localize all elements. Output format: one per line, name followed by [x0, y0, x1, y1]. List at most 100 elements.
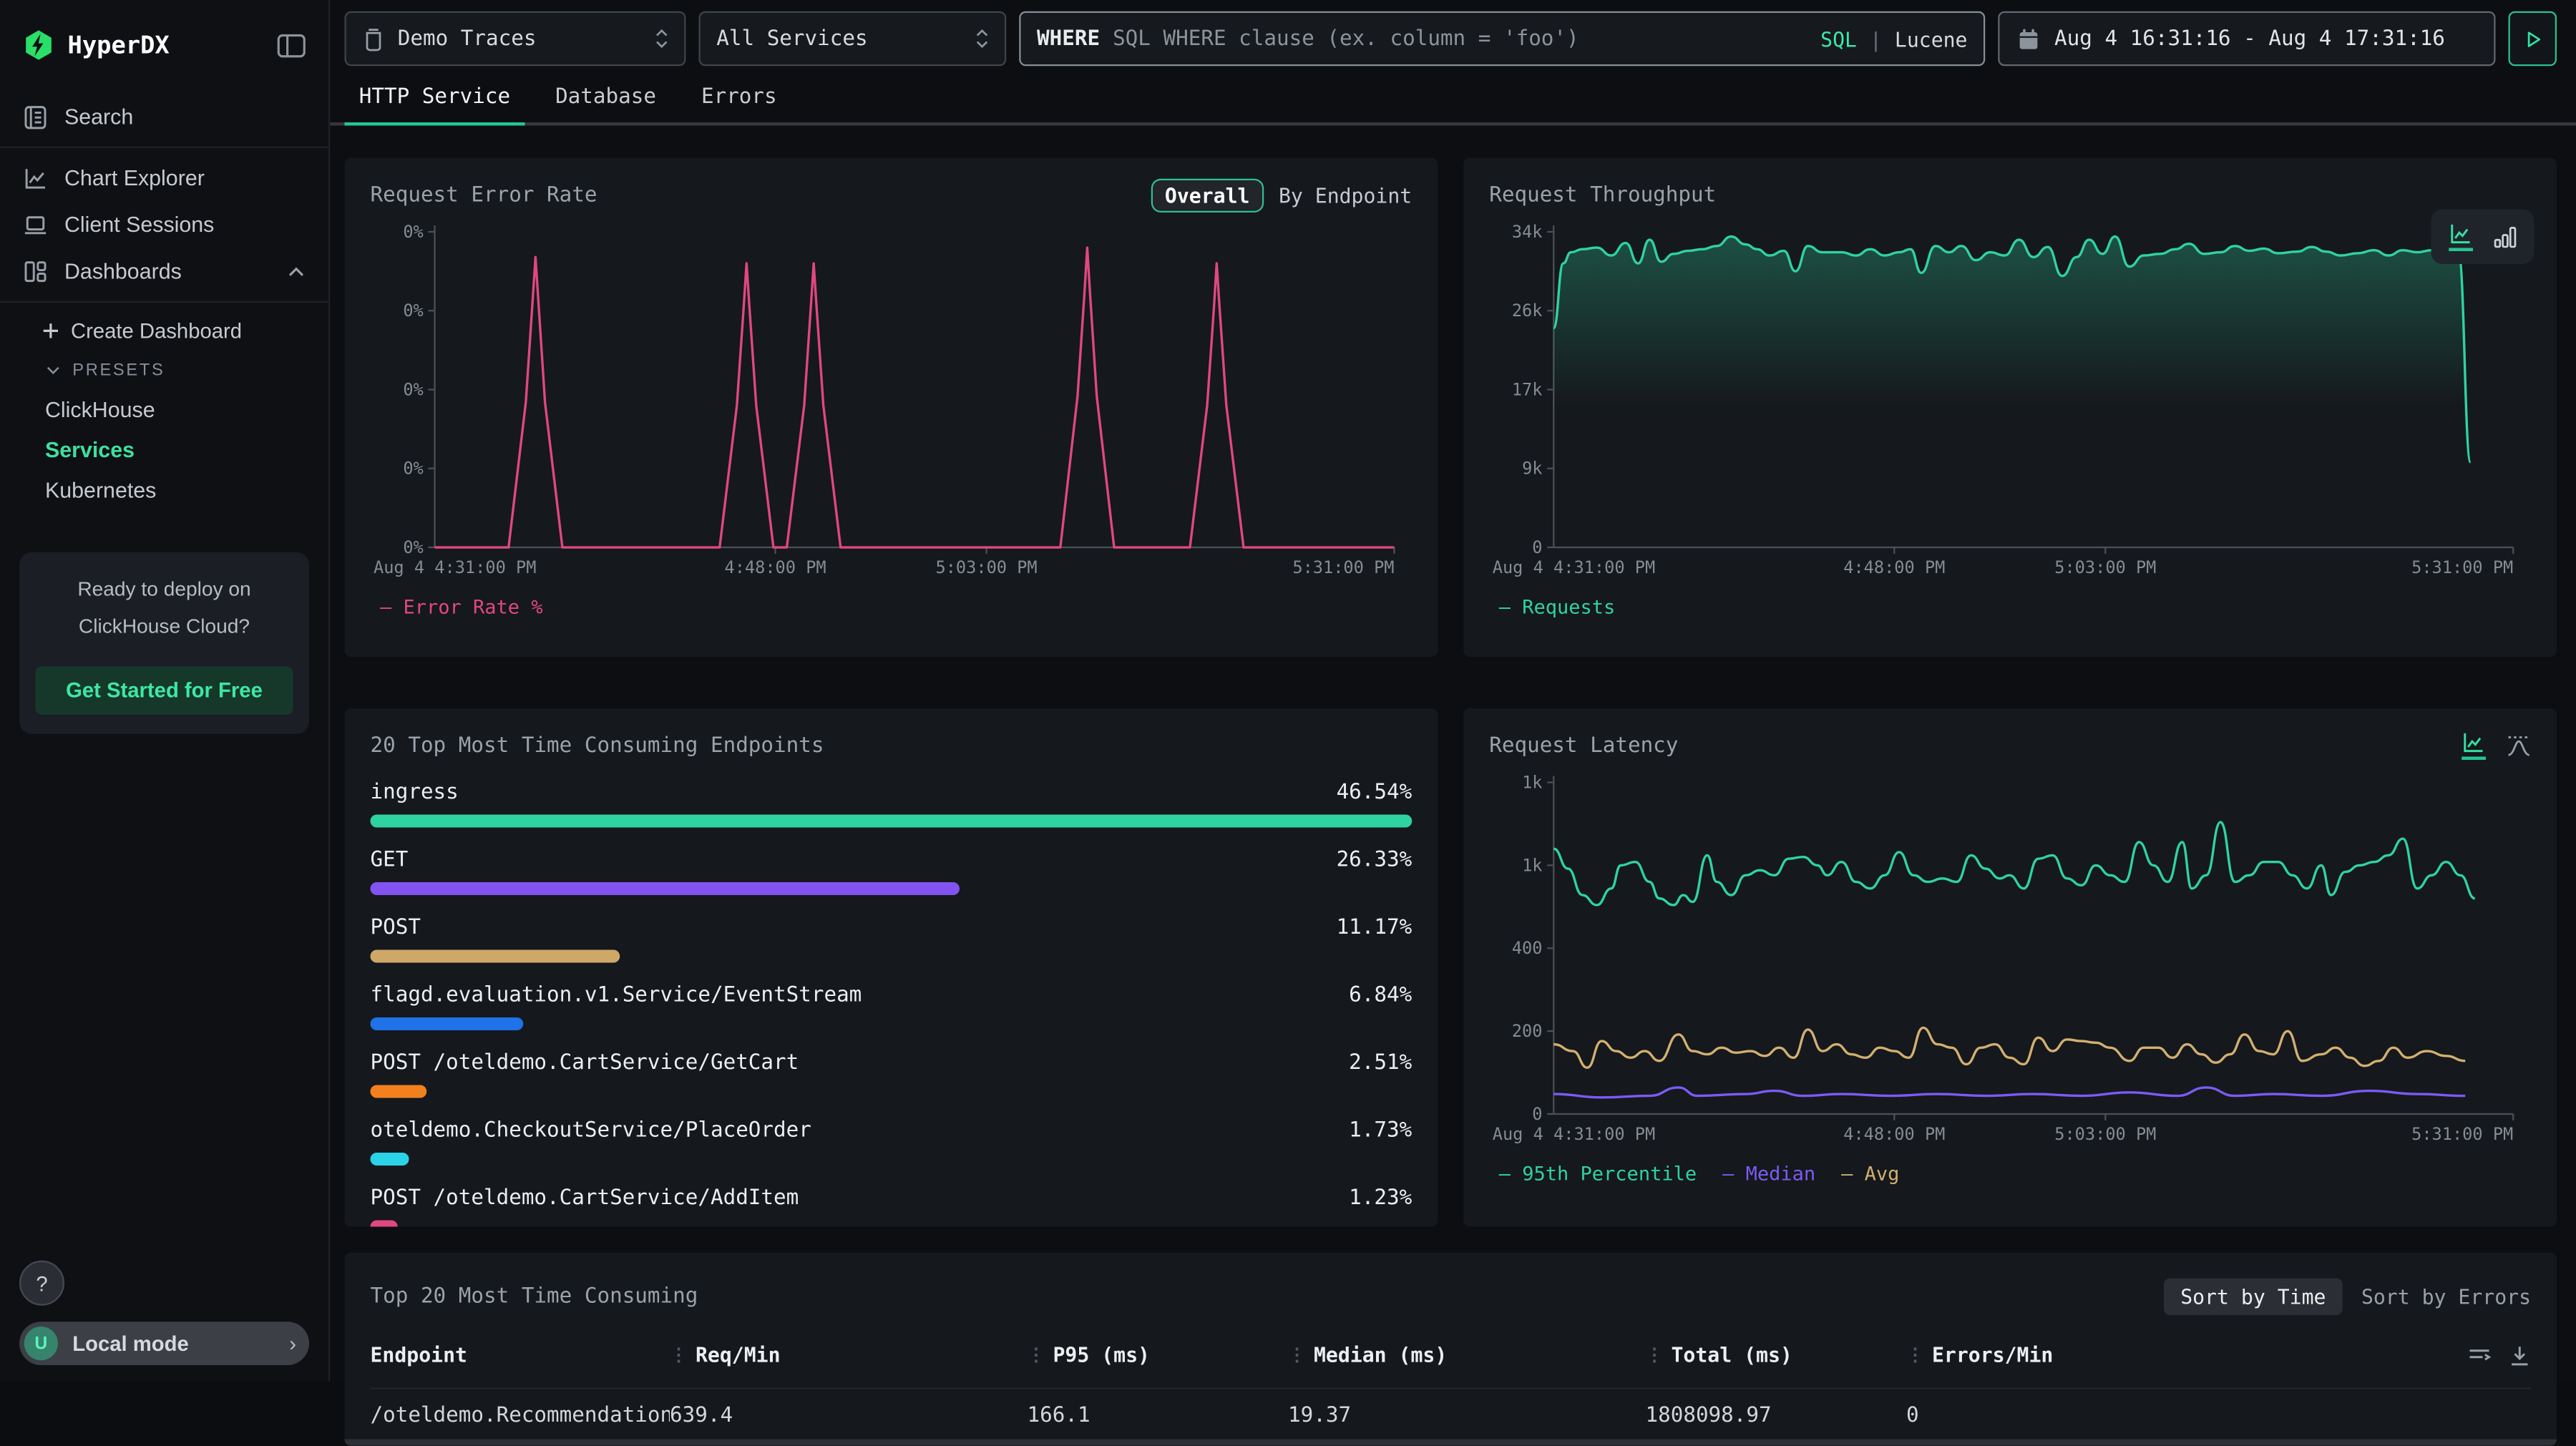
column-header-total-ms-[interactable]: ⋮ Total (ms) [1646, 1343, 1907, 1367]
endpoint-label: POST /oteldemo.CartService/GetCart [371, 1050, 1350, 1075]
horizontal-scrollbar[interactable] [345, 1440, 2557, 1446]
column-header-endpoint[interactable]: Endpoint [371, 1343, 670, 1367]
language-sql-toggle[interactable]: SQL [1820, 26, 1857, 51]
tab-http-service[interactable]: HTTP Service [345, 85, 525, 122]
panel-title: Request Latency [1489, 733, 2462, 758]
line-chart-mode-icon[interactable] [2449, 223, 2473, 252]
column-drag-handle-icon[interactable]: ⋮ [1028, 1344, 1045, 1365]
column-header-errors-min[interactable]: ⋮Errors/Min [1906, 1343, 2467, 1367]
column-drag-handle-icon[interactable]: ⋮ [1646, 1344, 1664, 1365]
tab-database[interactable]: Database [541, 85, 670, 122]
endpoint-row[interactable]: POST /oteldemo.CartService/GetCart2.51% [371, 1047, 1413, 1079]
where-label: WHERE [1037, 26, 1100, 51]
source-select[interactable]: Demo Traces [345, 11, 686, 67]
endpoint-bar-track [371, 1017, 1413, 1030]
svg-text:5:03:00 PM: 5:03:00 PM [936, 557, 1038, 577]
table-body: /oteldemo.RecommendationServ639.4166.119… [371, 1388, 2532, 1428]
app-root: HyperDX Search Chart Explorer Client Ses… [0, 0, 2576, 1382]
endpoint-bar [371, 1085, 427, 1098]
column-header-p95-ms-[interactable]: ⋮P95 (ms) [1028, 1343, 1289, 1367]
database-icon [362, 26, 385, 51]
sidebar-bottom: ? U Local mode › [19, 1261, 309, 1365]
table-filter-icon[interactable] [2468, 1344, 2492, 1367]
column-drag-handle-icon[interactable]: ⋮ [1288, 1344, 1306, 1365]
time-range-picker[interactable]: Aug 4 16:31:16 - Aug 4 17:31:16 [1998, 11, 2495, 67]
endpoint-row[interactable]: GET26.33% [371, 844, 1413, 876]
column-drag-handle-icon[interactable]: ⋮ [1906, 1344, 1924, 1365]
svg-text:0: 0 [1532, 1104, 1542, 1124]
column-header-req-min[interactable]: ⋮ Req/Min [670, 1343, 1028, 1367]
run-query-button[interactable] [2509, 11, 2557, 67]
endpoint-percent: 11.17% [1337, 915, 1413, 939]
endpoint-label: ingress [371, 780, 1337, 804]
line-chart-mode-icon[interactable] [2462, 731, 2486, 761]
endpoint-bar-track [371, 1221, 1413, 1227]
sidebar-item-chart-explorer[interactable]: Chart Explorer [0, 155, 328, 201]
sidebar-collapse-icon[interactable] [277, 33, 306, 57]
column-header-label: Total (ms) [1672, 1343, 1792, 1367]
table-cell: 639.4 [670, 1404, 1028, 1428]
sort-by-time-button[interactable]: Sort by Time [2165, 1279, 2342, 1316]
throughput-legend: — Requests [1489, 596, 2531, 619]
throughput-chart: 34k26k17k9k0Aug 4 4:31:00 PM4:48:00 PM5:… [1489, 216, 2526, 587]
brand-title: HyperDX [68, 31, 265, 60]
by-endpoint-toggle-button[interactable]: By Endpoint [1279, 182, 1412, 207]
endpoint-row[interactable]: ingress46.54% [371, 776, 1413, 809]
svg-text:200: 200 [1512, 1021, 1543, 1041]
legend-item-error-rate-: — Error Rate % [380, 596, 543, 619]
latency-chart: 1k1k4002000Aug 4 4:31:00 PM4:48:00 PM5:0… [1489, 766, 2526, 1153]
svg-text:1k: 1k [1522, 772, 1542, 792]
preset-link-clickhouse[interactable]: ClickHouse [0, 390, 328, 430]
svg-text:1k: 1k [1522, 855, 1542, 875]
presets-toggle[interactable]: PRESETS [0, 351, 328, 390]
chevron-down-icon [45, 362, 62, 378]
preset-link-services[interactable]: Services [0, 430, 328, 470]
column-header-median-ms-[interactable]: ⋮ Median (ms) [1288, 1343, 1646, 1367]
endpoint-bar-track [371, 815, 1413, 828]
svg-text:Aug 4 4:31:00 PM: Aug 4 4:31:00 PM [374, 557, 536, 577]
panel-top-endpoints: 20 Top Most Time Consuming Endpoints ing… [345, 708, 1438, 1227]
where-input[interactable] [1113, 26, 1807, 51]
preset-link-kubernetes[interactable]: Kubernetes [0, 470, 328, 510]
overall-toggle-button[interactable]: Overall [1151, 178, 1264, 212]
service-select[interactable]: All Services [699, 11, 1007, 67]
endpoint-row[interactable]: POST11.17% [371, 912, 1413, 944]
table-row[interactable]: /oteldemo.RecommendationServ639.4166.119… [371, 1388, 2532, 1428]
column-header-label: Req/Min [696, 1343, 781, 1367]
endpoint-row[interactable]: flagd.evaluation.v1.Service/EventStream6… [371, 979, 1413, 1011]
sidebar-item-client-sessions[interactable]: Client Sessions [0, 201, 328, 248]
histogram-mode-icon[interactable] [2507, 734, 2531, 757]
get-started-button[interactable]: Get Started for Free [36, 666, 293, 715]
svg-text:0: 0 [1532, 537, 1542, 557]
sort-by-errors-button[interactable]: Sort by Errors [2361, 1285, 2531, 1309]
sidebar-item-dashboards[interactable]: Dashboards [0, 248, 328, 295]
bar-chart-mode-icon[interactable] [2494, 225, 2517, 248]
svg-text:400: 400 [1512, 938, 1543, 958]
svg-text:0%: 0% [403, 379, 423, 399]
endpoint-list: ingress46.54% GET26.33% POST11.17% flagd.ev… [371, 776, 1413, 1227]
legend-item-median: — Median [1722, 1163, 1815, 1186]
help-button[interactable]: ? [19, 1261, 64, 1306]
user-menu[interactable]: U Local mode › [19, 1322, 309, 1365]
create-dashboard-button[interactable]: Create Dashboard [0, 309, 328, 351]
svg-text:0%: 0% [403, 222, 423, 242]
language-lucene-toggle[interactable]: Lucene [1895, 26, 1968, 51]
column-drag-handle-icon[interactable]: ⋮ [670, 1344, 688, 1365]
sidebar-divider [0, 301, 328, 303]
topbar: Demo Traces All Services WHERE SQL | Luc… [330, 0, 2576, 76]
endpoint-percent: 1.73% [1349, 1118, 1412, 1143]
tab-errors[interactable]: Errors [687, 85, 791, 122]
endpoint-label: GET [371, 848, 1337, 872]
sidebar-item-search[interactable]: Search [0, 94, 328, 140]
presets-label: PRESETS [72, 361, 165, 380]
sidebar-item-label: Dashboards [64, 259, 270, 283]
endpoint-label: POST [371, 915, 1337, 939]
endpoint-row[interactable]: oteldemo.CheckoutService/PlaceOrder1.73% [371, 1114, 1413, 1146]
line-chart-icon [23, 165, 49, 191]
svg-text:9k: 9k [1522, 459, 1542, 479]
main-area: Demo Traces All Services WHERE SQL | Luc… [330, 0, 2576, 1382]
column-header-label: Median (ms) [1314, 1343, 1447, 1367]
panel-request-throughput: Request Throughput 34k26k17k9k0Aug 4 4:3… [1463, 158, 2557, 658]
download-icon[interactable] [2509, 1344, 2532, 1367]
endpoint-row[interactable]: POST /oteldemo.CartService/AddItem1.23% [371, 1182, 1413, 1214]
